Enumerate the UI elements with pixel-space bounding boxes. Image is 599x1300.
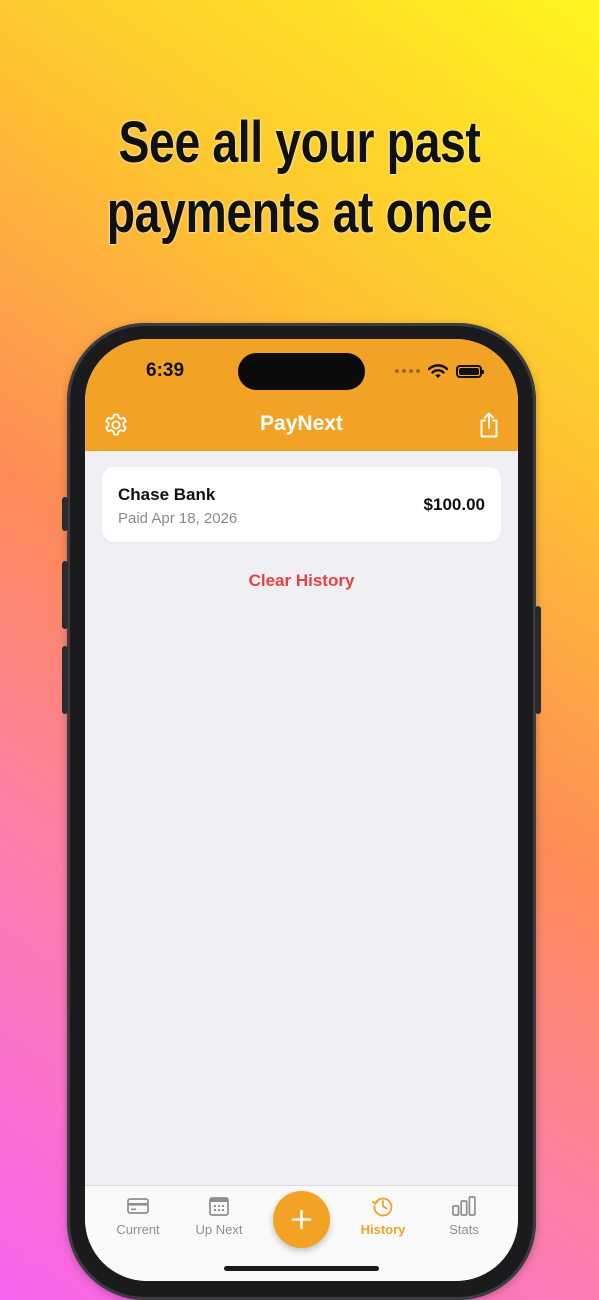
share-button[interactable] xyxy=(476,411,502,438)
tab-stats[interactable]: Stats xyxy=(424,1194,504,1237)
calendar-icon xyxy=(209,1197,229,1216)
history-item[interactable]: Chase Bank Paid Apr 18, 2026 $100.00 xyxy=(102,467,501,542)
status-time: 6:39 xyxy=(146,360,185,381)
battery-icon xyxy=(456,364,484,378)
plus-icon xyxy=(291,1209,312,1230)
action-button xyxy=(62,497,68,531)
home-indicator xyxy=(224,1266,379,1271)
tab-history[interactable]: History xyxy=(343,1194,423,1237)
clear-history-button[interactable]: Clear History xyxy=(85,571,518,591)
signal-icon xyxy=(395,369,420,373)
tab-label: Up Next xyxy=(195,1222,243,1237)
tab-up-next[interactable]: Up Next xyxy=(179,1194,259,1237)
add-payment-button[interactable] xyxy=(273,1191,330,1248)
volume-down-button xyxy=(62,646,68,714)
headline-line-2: payments at once xyxy=(106,180,493,245)
power-button xyxy=(535,606,541,714)
tab-label: History xyxy=(360,1222,406,1237)
navbar-title: PayNext xyxy=(260,412,343,435)
wifi-icon xyxy=(428,363,448,378)
promo-headline: See all your past payments at once xyxy=(60,108,539,248)
tab-label: Stats xyxy=(449,1222,479,1237)
bar-chart-icon xyxy=(452,1196,476,1216)
volume-up-button xyxy=(62,561,68,629)
tab-label: Current xyxy=(116,1222,160,1237)
paid-date: Paid Apr 18, 2026 xyxy=(118,510,238,527)
tab-current[interactable]: Current xyxy=(98,1194,178,1237)
payee-name: Chase Bank xyxy=(118,485,216,504)
app-screen: 6:39 PayNext Chase Bank Paid Apr 18, 202… xyxy=(85,339,518,1281)
history-clock-icon xyxy=(371,1197,393,1217)
top-bar: 6:39 PayNext xyxy=(85,339,518,451)
headline-line-1: See all your past xyxy=(118,110,481,175)
credit-card-icon xyxy=(127,1198,149,1214)
payment-amount: $100.00 xyxy=(423,495,485,514)
dynamic-island xyxy=(238,353,365,390)
status-icons xyxy=(395,361,484,381)
share-icon xyxy=(480,412,498,438)
